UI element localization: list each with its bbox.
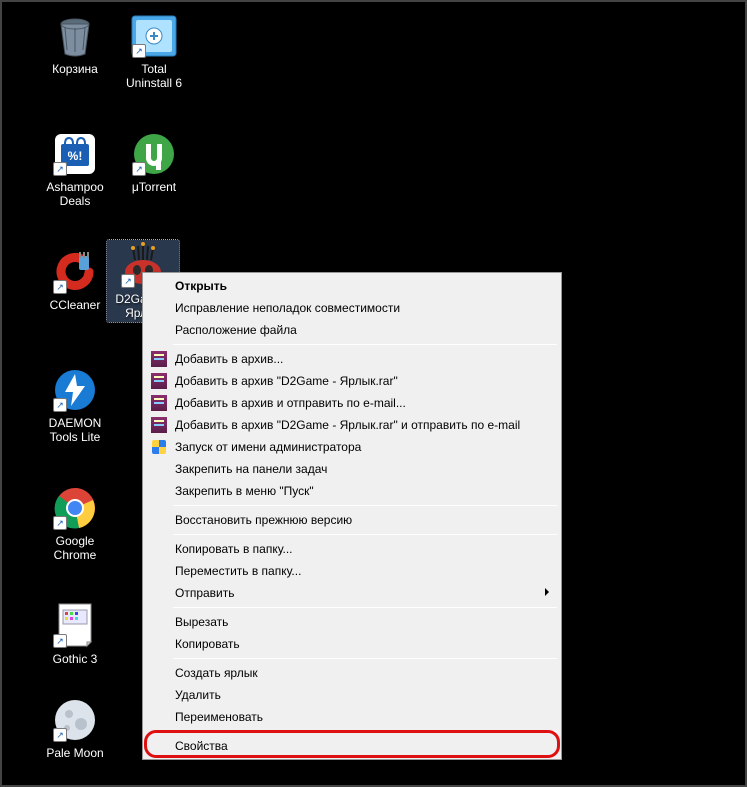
ctx-send-to[interactable]: Отправить	[145, 582, 559, 604]
icon-label: CCleaner	[50, 298, 101, 312]
shortcut-badge-icon: ↗	[53, 728, 67, 742]
ctx-copy-to-folder[interactable]: Копировать в папку...	[145, 538, 559, 560]
ctx-rename[interactable]: Переименовать	[145, 706, 559, 728]
winrar-icon	[151, 373, 167, 389]
icon-label: Gothic 3	[53, 652, 98, 666]
shortcut-badge-icon: ↗	[53, 162, 67, 176]
ctx-restore-previous[interactable]: Восстановить прежнюю версию	[145, 509, 559, 531]
winrar-icon	[151, 395, 167, 411]
ctx-label: Копировать в папку...	[175, 542, 293, 556]
ctx-label: Копировать	[175, 637, 240, 651]
desktop-icon-utorrent[interactable]: ↗ μTorrent	[116, 130, 192, 194]
desktop-icon-chrome[interactable]: ↗ Google Chrome	[37, 484, 113, 562]
ctx-move-to-folder[interactable]: Переместить в папку...	[145, 560, 559, 582]
ctx-separator	[173, 731, 557, 732]
ctx-label: Свойства	[175, 739, 228, 753]
icon-label: Ashampoo Deals	[38, 180, 112, 208]
utorrent-icon: ↗	[130, 130, 178, 178]
ctx-add-to-archive[interactable]: Добавить в архив...	[145, 348, 559, 370]
ctx-separator	[173, 534, 557, 535]
ctx-label: Добавить в архив...	[175, 352, 283, 366]
ctx-copy[interactable]: Копировать	[145, 633, 559, 655]
icon-label: Total Uninstall 6	[117, 62, 191, 90]
desktop-icon-ccleaner[interactable]: ↗ CCleaner	[37, 248, 113, 312]
context-menu: Открыть Исправление неполадок совместимо…	[142, 272, 562, 760]
icon-label: DAEMON Tools Lite	[38, 416, 112, 444]
ctx-label: Восстановить прежнюю версию	[175, 513, 352, 527]
ctx-label: Вырезать	[175, 615, 228, 629]
desktop[interactable]: Корзина ↗ Total Uninstall 6 %! ↗	[2, 2, 745, 785]
ctx-troubleshoot-compat[interactable]: Исправление неполадок совместимости	[145, 297, 559, 319]
ctx-label: Добавить в архив и отправить по e-mail..…	[175, 396, 406, 410]
submenu-arrow-icon	[545, 588, 549, 596]
ctx-open-file-location[interactable]: Расположение файла	[145, 319, 559, 341]
ctx-label: Исправление неполадок совместимости	[175, 301, 400, 315]
ctx-label: Запуск от имени администратора	[175, 440, 361, 454]
desktop-icon-daemon[interactable]: ↗ DAEMON Tools Lite	[32, 366, 118, 444]
ctx-properties[interactable]: Свойства	[145, 735, 559, 757]
ctx-label: Удалить	[175, 688, 221, 702]
shortcut-badge-icon: ↗	[53, 398, 67, 412]
ctx-pin-taskbar[interactable]: Закрепить на панели задач	[145, 458, 559, 480]
icon-label: Корзина	[52, 62, 98, 76]
ctx-create-shortcut[interactable]: Создать ярлык	[145, 662, 559, 684]
daemon-tools-icon: ↗	[51, 366, 99, 414]
ctx-archive-and-email[interactable]: Добавить в архив и отправить по e-mail..…	[145, 392, 559, 414]
palemoon-icon: ↗	[51, 696, 99, 744]
ctx-label: Создать ярлык	[175, 666, 258, 680]
svg-text:%!: %!	[68, 149, 83, 163]
desktop-icon-gothic3[interactable]: ↗ Gothic 3	[37, 602, 113, 666]
chrome-icon: ↗	[51, 484, 99, 532]
ctx-label: Добавить в архив "D2Game - Ярлык.rar" и …	[175, 418, 520, 432]
ctx-separator	[173, 658, 557, 659]
shortcut-badge-icon: ↗	[53, 516, 67, 530]
ctx-separator	[173, 505, 557, 506]
ctx-label: Переместить в папку...	[175, 564, 301, 578]
shield-icon	[151, 439, 167, 455]
ctx-add-to-named-archive[interactable]: Добавить в архив "D2Game - Ярлык.rar"	[145, 370, 559, 392]
shortcut-badge-icon: ↗	[53, 280, 67, 294]
desktop-icon-total-uninstall[interactable]: ↗ Total Uninstall 6	[116, 12, 192, 90]
ctx-pin-start[interactable]: Закрепить в меню "Пуск"	[145, 480, 559, 502]
ashampoo-icon: %! ↗	[51, 130, 99, 178]
icon-label: μTorrent	[132, 180, 176, 194]
ctx-open[interactable]: Открыть	[145, 275, 559, 297]
total-uninstall-icon: ↗	[130, 12, 178, 60]
ctx-delete[interactable]: Удалить	[145, 684, 559, 706]
ctx-run-as-admin[interactable]: Запуск от имени администратора	[145, 436, 559, 458]
ctx-cut[interactable]: Вырезать	[145, 611, 559, 633]
ctx-label: Добавить в архив "D2Game - Ярлык.rar"	[175, 374, 398, 388]
ctx-label: Закрепить в меню "Пуск"	[175, 484, 314, 498]
ccleaner-icon: ↗	[51, 248, 99, 296]
ctx-separator	[173, 607, 557, 608]
icon-label: Pale Moon	[46, 746, 103, 760]
desktop-icon-palemoon[interactable]: ↗ Pale Moon	[37, 696, 113, 760]
ctx-label: Отправить	[175, 586, 235, 600]
shortcut-badge-icon: ↗	[132, 44, 146, 58]
ctx-label: Переименовать	[175, 710, 263, 724]
icon-label: Google Chrome	[38, 534, 112, 562]
ctx-label: Открыть	[175, 279, 227, 293]
winrar-icon	[151, 417, 167, 433]
ctx-separator	[173, 344, 557, 345]
ctx-label: Расположение файла	[175, 323, 297, 337]
shortcut-badge-icon: ↗	[53, 634, 67, 648]
shortcut-badge-icon: ↗	[132, 162, 146, 176]
ctx-named-archive-and-email[interactable]: Добавить в архив "D2Game - Ярлык.rar" и …	[145, 414, 559, 436]
desktop-icon-recycle-bin[interactable]: Корзина	[37, 12, 113, 76]
shortcut-badge-icon: ↗	[121, 274, 135, 288]
recycle-bin-icon	[51, 12, 99, 60]
desktop-icon-ashampoo[interactable]: %! ↗ Ashampoo Deals	[32, 130, 118, 208]
gothic3-icon: ↗	[51, 602, 99, 650]
winrar-icon	[151, 351, 167, 367]
ctx-label: Закрепить на панели задач	[175, 462, 327, 476]
